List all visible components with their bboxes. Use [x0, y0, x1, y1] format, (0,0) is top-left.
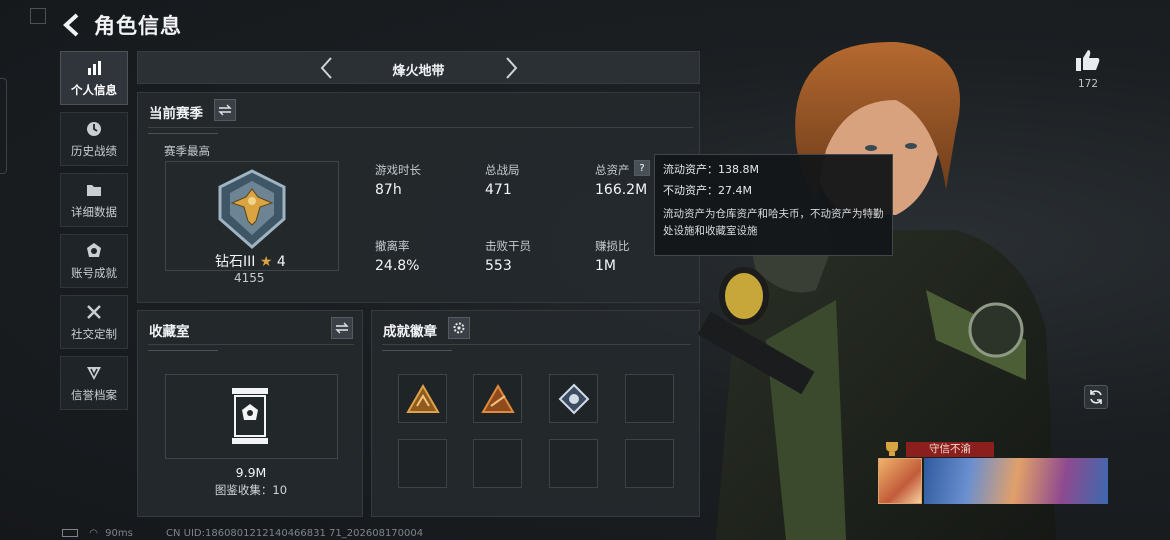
- stat-value-extract-rate: 24.8%: [375, 258, 420, 274]
- achievements-panel: 成就徽章: [371, 310, 700, 517]
- ping-value: 90ms: [105, 528, 133, 539]
- avatar-frame[interactable]: [878, 458, 922, 504]
- achievement-badge-1[interactable]: [398, 374, 447, 423]
- achievements-settings-button[interactable]: [448, 317, 470, 339]
- achievement-slot-empty[interactable]: [473, 439, 522, 488]
- achievement-badge-2[interactable]: [473, 374, 522, 423]
- achievement-slot-empty[interactable]: [398, 439, 447, 488]
- collection-switch-button[interactable]: [331, 317, 353, 339]
- season-switch-button[interactable]: [214, 99, 236, 121]
- folder-icon: [87, 184, 101, 196]
- medal-icon: [87, 242, 101, 257]
- chevron-right-icon: [506, 57, 518, 79]
- page-title: 角色信息: [94, 14, 182, 38]
- collection-count: 图鉴收集：10: [214, 483, 288, 497]
- stat-value-profit-ratio: 1M: [595, 258, 616, 274]
- achievement-slot-empty[interactable]: [625, 374, 674, 423]
- rank-name-row: 钻石III ★ 4: [215, 251, 286, 271]
- display-case-icon: [232, 388, 268, 444]
- corner-frame: [30, 8, 46, 24]
- season-title: 当前赛季: [149, 106, 203, 122]
- achievement-slot-empty[interactable]: [549, 439, 598, 488]
- nav-item-history[interactable]: 历史战绩: [60, 112, 128, 166]
- clock-icon: [87, 121, 101, 136]
- rank-name: 钻石III: [215, 254, 256, 270]
- divider: [382, 350, 452, 351]
- season-panel: 当前赛季 赛季最高 钻石III ★ 4 4155 游戏时长 87h 总战局 47…: [137, 92, 700, 303]
- achievement-badge-icon: [480, 383, 515, 413]
- collection-title: 收藏室: [149, 324, 190, 340]
- player-title-tag: 守信不渝: [906, 442, 994, 457]
- back-button[interactable]: [60, 12, 86, 38]
- nav-item-label: 账号成就: [71, 265, 117, 280]
- nav-item-reputation[interactable]: 信誉档案: [60, 356, 128, 410]
- shield-icon: [87, 366, 101, 380]
- wifi-icon: ◠: [89, 528, 98, 539]
- rank-stars: 4: [276, 254, 286, 270]
- asset-tooltip: 流动资产：138.8M 不动资产：27.4M 流动资产为仓库资产和哈夫币，不动资…: [654, 154, 893, 256]
- nav-item-label: 历史战绩: [71, 143, 117, 158]
- season-best-label: 赛季最高: [164, 144, 210, 158]
- stat-label-kills: 击败干员: [485, 239, 531, 253]
- status-bar: ◠ 90ms: [62, 528, 133, 539]
- back-arrow-icon: [63, 13, 79, 37]
- stat-label-assets: 总资产: [595, 163, 630, 177]
- bar-chart-icon: [88, 60, 101, 75]
- tools-icon: [87, 304, 101, 319]
- side-drawer-handle[interactable]: [0, 78, 7, 174]
- nav-item-details[interactable]: 详细数据: [60, 173, 128, 227]
- like-button[interactable]: 172: [1074, 48, 1102, 90]
- divider: [148, 350, 218, 351]
- achievements-title: 成就徽章: [383, 324, 437, 340]
- achievement-slot-empty[interactable]: [625, 439, 674, 488]
- nav-item-label: 个人信息: [71, 82, 117, 97]
- rank-emblem-icon: [218, 169, 286, 249]
- collection-panel: 收藏室 9.9M 图鉴收集：10: [137, 310, 363, 517]
- left-nav: 个人信息 历史战绩 详细数据 账号成就 社交定制 信誉档案: [60, 51, 128, 417]
- mode-switcher: 烽火地带: [137, 51, 700, 84]
- mode-name: 烽火地带: [392, 64, 445, 79]
- achievement-badge-icon: [558, 383, 589, 414]
- refresh-button[interactable]: [1084, 385, 1108, 409]
- rank-score: 4155: [234, 271, 265, 285]
- question-icon: ?: [639, 162, 645, 174]
- uid-text: CN UID:1860801212140466831 71_2026081700…: [166, 528, 424, 539]
- divider: [148, 127, 693, 128]
- achievement-badge-icon: [405, 383, 440, 413]
- stat-label-extract-rate: 撤离率: [375, 239, 410, 253]
- battery-icon: [62, 529, 78, 537]
- trophy-icon: [886, 442, 898, 456]
- name-card-banner[interactable]: [924, 458, 1108, 504]
- nav-item-label: 详细数据: [71, 204, 117, 219]
- stat-label-playtime: 游戏时长: [375, 163, 421, 177]
- nav-item-achievements[interactable]: 账号成就: [60, 234, 128, 288]
- stat-value-matches: 471: [485, 182, 512, 198]
- swap-icon: [218, 104, 232, 116]
- divider: [148, 133, 218, 134]
- stat-value-kills: 553: [485, 258, 512, 274]
- gear-icon: [453, 322, 465, 334]
- nav-item-label: 信誉档案: [71, 387, 117, 402]
- nav-item-label: 社交定制: [71, 326, 117, 341]
- collection-value: 9.9M: [235, 465, 267, 480]
- swap-icon: [335, 322, 349, 334]
- star-icon: ★: [259, 254, 273, 270]
- stat-value-assets: 166.2M: [595, 182, 648, 198]
- thumbs-up-icon: [1076, 50, 1100, 71]
- nav-item-social[interactable]: 社交定制: [60, 295, 128, 349]
- tooltip-liquid-assets: 流动资产：138.8M: [663, 163, 759, 176]
- asset-info-button[interactable]: ?: [634, 160, 650, 176]
- tooltip-note: 流动资产为仓库资产和哈夫币，不动资产为特勤处设施和收藏室设施: [663, 208, 884, 237]
- nav-item-personal-info[interactable]: 个人信息: [60, 51, 128, 105]
- tooltip-fixed-assets: 不动资产：27.4M: [663, 184, 752, 197]
- refresh-icon: [1090, 390, 1102, 404]
- divider: [148, 344, 354, 345]
- like-count: 172: [1077, 78, 1099, 90]
- achievement-badge-3[interactable]: [549, 374, 598, 423]
- next-mode-button[interactable]: [500, 56, 522, 80]
- stat-value-playtime: 87h: [375, 182, 402, 198]
- stat-label-matches: 总战局: [485, 163, 520, 177]
- divider: [382, 344, 691, 345]
- stat-label-profit-ratio: 赚损比: [595, 239, 630, 253]
